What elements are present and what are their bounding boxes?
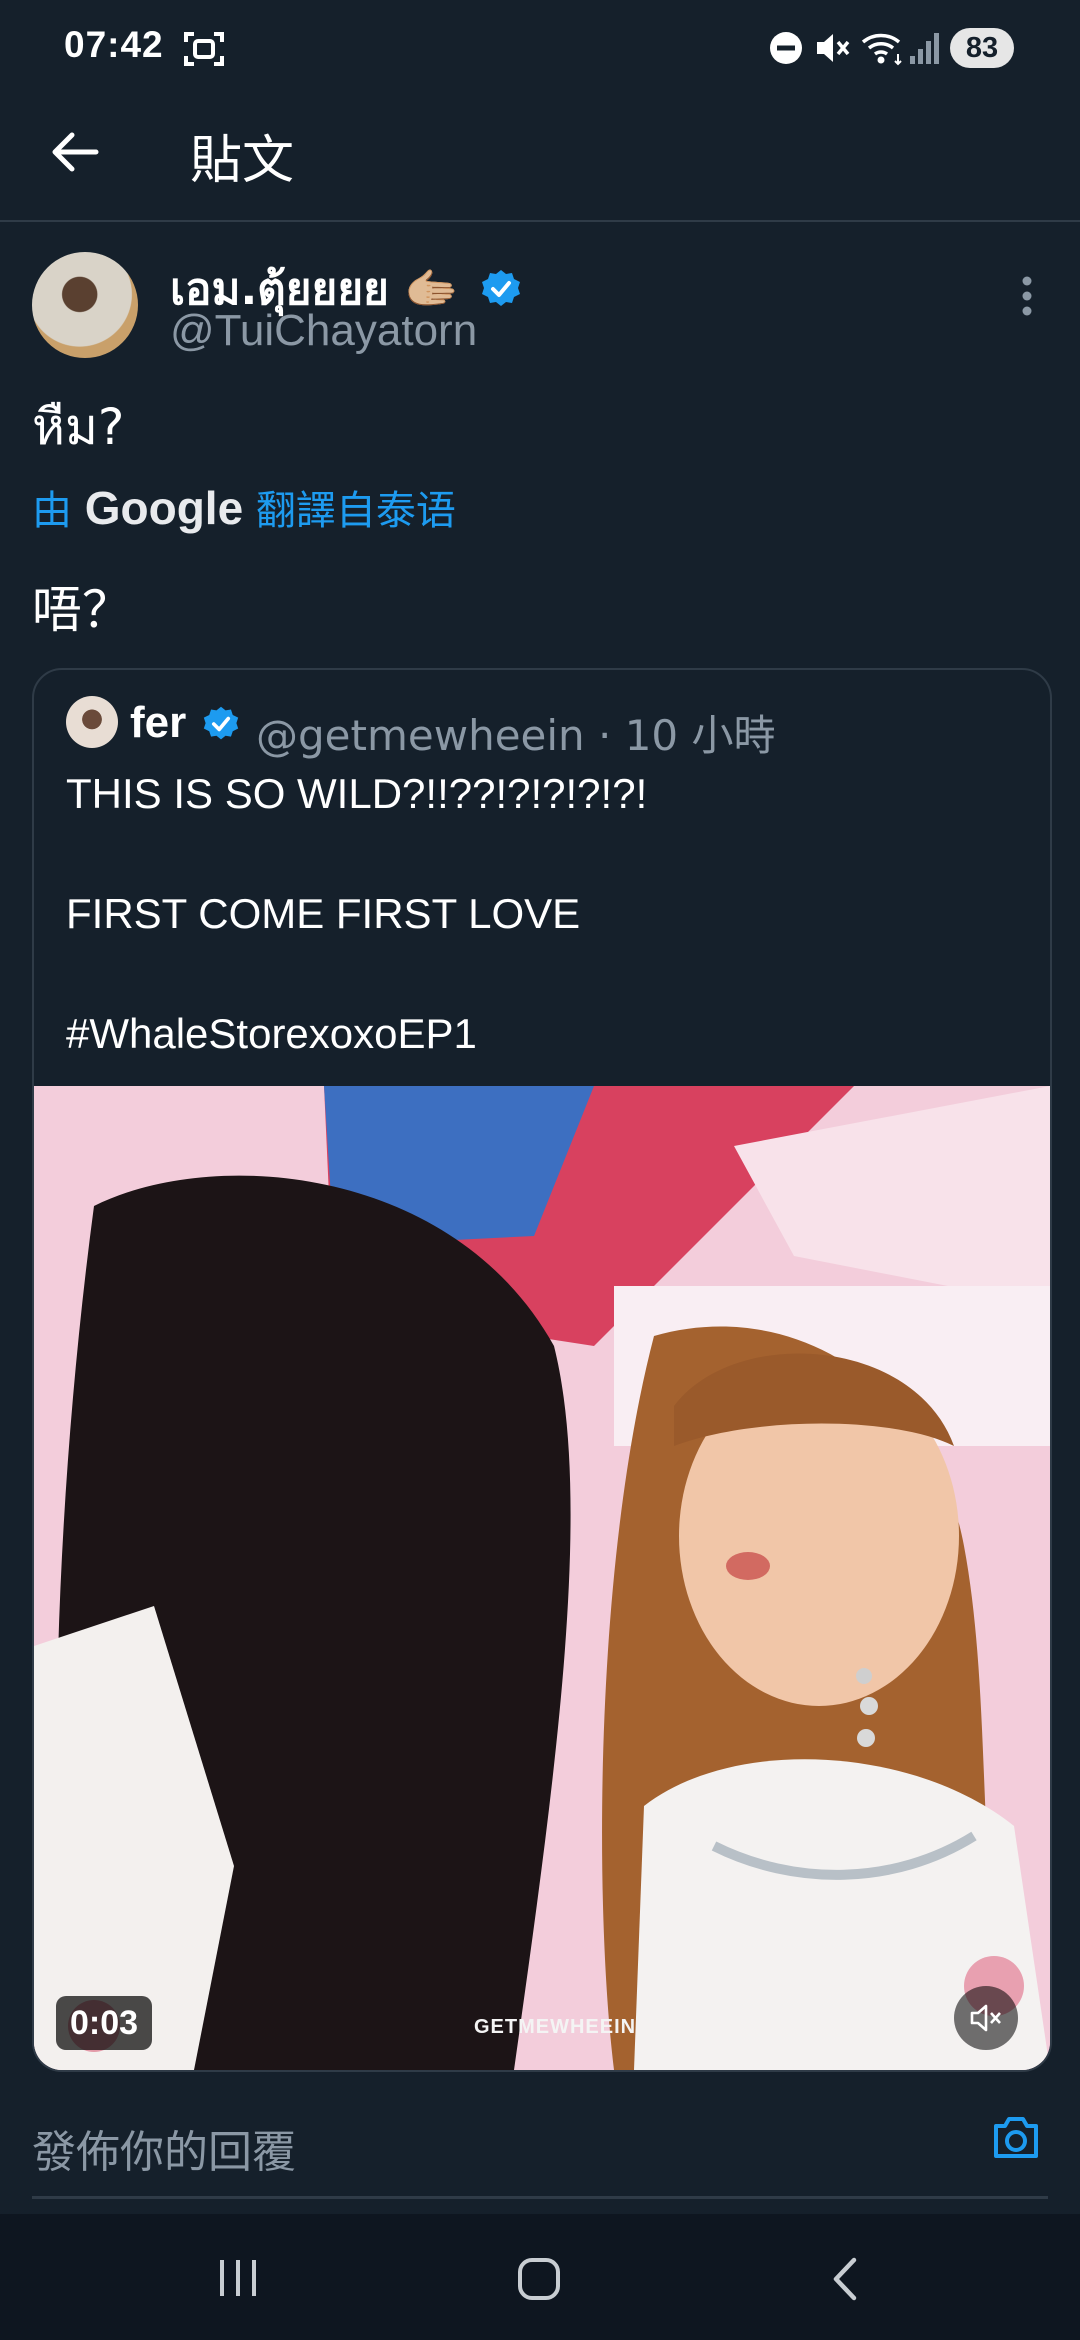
unmute-button[interactable] <box>954 1986 1018 2050</box>
signal-icon <box>910 33 939 64</box>
quoted-handle-time: @getmewheein · 10 小時 <box>256 711 776 760</box>
wifi-icon <box>861 33 902 66</box>
quoted-text-line: THIS IS SO WILD?!!??!?!?!?!?! <box>66 770 648 817</box>
reply-input[interactable]: 發佈你的回覆 <box>32 2116 296 2180</box>
quoted-text-line: FIRST COME FIRST LOVE <box>66 890 581 937</box>
quoted-hashtag[interactable]: #WhaleStorexoxoEP1 <box>66 1010 477 1058</box>
quoted-tweet-card[interactable]: fer @getmewheein · 10 小時 THIS IS SO WILD… <box>32 668 1052 2072</box>
page-title: 貼文 <box>190 131 295 191</box>
verified-badge-icon <box>482 270 521 306</box>
camera-icon[interactable] <box>990 2112 1042 2162</box>
video-player[interactable]: GETMEWHEEIN 0:03 <box>34 1086 1050 2070</box>
top-bar: 貼文 <box>0 96 1080 222</box>
author-handle[interactable]: @TuiChayatorn <box>170 306 477 356</box>
quoted-author-avatar <box>66 696 118 748</box>
google-logo: Google <box>84 482 244 534</box>
quoted-author-name: fer <box>130 698 240 748</box>
more-options-icon[interactable] <box>1012 274 1042 318</box>
back-arrow-icon[interactable] <box>46 124 102 180</box>
translated-text: 唔？ <box>32 581 132 639</box>
reply-bar: 發佈你的回覆 <box>0 2078 1080 2214</box>
quoted-display-name: fer <box>130 698 187 747</box>
translation-source: 翻譯自泰语 <box>255 488 456 534</box>
system-navigation-bar <box>0 2214 1080 2340</box>
video-duration: 0:03 <box>56 1996 153 2050</box>
video-watermark: GETMEWHEEIN <box>474 2016 637 2038</box>
home-icon[interactable] <box>516 2256 562 2302</box>
reply-underline <box>32 2196 1048 2199</box>
translation-attribution[interactable]: 由 Google 翻譯自泰语 <box>32 478 456 536</box>
battery-indicator: 83 <box>950 28 1014 68</box>
mute-icon <box>817 34 850 62</box>
screenshot-icon <box>184 32 224 66</box>
author-avatar[interactable] <box>32 252 138 358</box>
status-bar: 07:42 83 <box>0 0 1080 96</box>
translation-prefix: 由 <box>32 488 72 534</box>
recent-apps-icon[interactable] <box>216 2258 260 2298</box>
video-frame <box>34 1086 1050 2070</box>
status-time: 07:42 <box>64 24 164 65</box>
dnd-icon <box>770 32 802 64</box>
volume-muted-icon <box>970 2004 1001 2032</box>
tweet-text: หืม? <box>32 398 125 456</box>
verified-badge-icon <box>204 706 239 740</box>
back-nav-icon[interactable] <box>828 2256 860 2302</box>
